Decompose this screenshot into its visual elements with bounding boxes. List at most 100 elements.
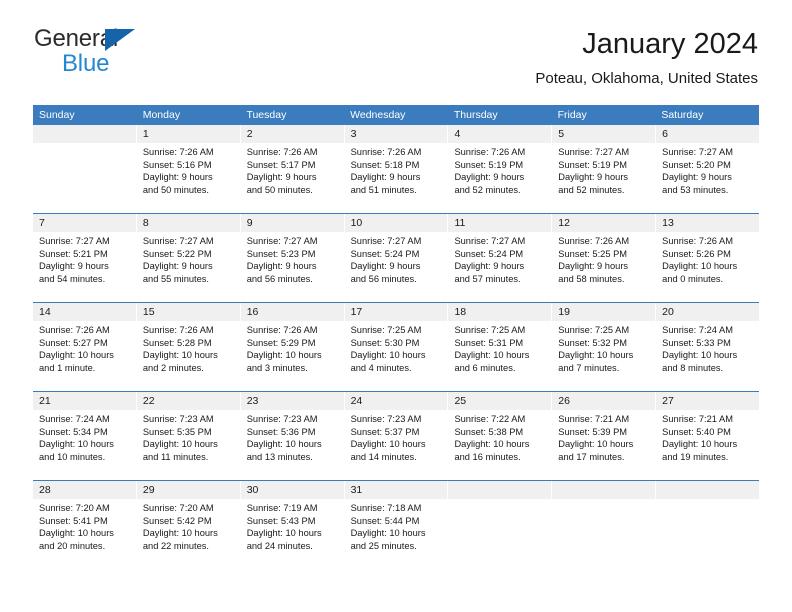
daylight-duration-line1: Daylight: 9 hours [142,172,213,183]
daylight-duration-line1: Daylight: 9 hours [350,261,421,272]
calendar-day-cell[interactable]: 29 Sunrise: 7:20 AM Sunset: 5:42 PM Dayligh… [136,481,241,569]
day-sun-info: Sunrise: 7:26 AM Sunset: 5:17 PM Daylight:… [241,143,344,196]
daylight-duration-line2: and 14 minutes. [350,451,417,462]
daylight-duration-line2: and 7 minutes. [558,362,620,373]
daylight-duration-line1: Daylight: 10 hours [350,439,426,450]
daylight-duration-line2: and 4 minutes. [350,362,412,373]
sunrise-time: Sunrise: 7:27 AM [558,147,630,157]
calendar-day-cell[interactable]: 31 Sunrise: 7:18 AM Sunset: 5:44 PM Dayligh… [344,481,449,569]
calendar-day-cell[interactable]: 27 Sunrise: 7:21 AM Sunset: 5:40 PM Dayligh… [656,392,760,480]
day-sun-info: Sunrise: 7:21 AM Sunset: 5:40 PM Daylight:… [656,410,759,463]
day-sun-info: Sunrise: 7:26 AM Sunset: 5:28 PM Daylight:… [137,321,240,374]
daylight-duration-line2: and 50 minutes. [246,184,313,195]
weekday-header-thursday: Thursday [453,109,498,121]
calendar-day-cell[interactable]: 25 Sunrise: 7:22 AM Sunset: 5:38 PM Dayligh… [448,392,553,480]
day-number [656,481,760,499]
sunrise-time: Sunrise: 7:27 AM [39,236,110,246]
calendar-day-cell[interactable]: 9 Sunrise: 7:27 AM Sunset: 5:23 PM Daylight… [240,214,345,302]
calendar-day-cell[interactable]: 15 Sunrise: 7:26 AM Sunset: 5:28 PM Dayligh… [136,303,241,391]
day-number: 10 [344,214,448,232]
daylight-duration-line1: Daylight: 9 hours [662,172,732,183]
sunrise-time: Sunrise: 7:23 AM [246,414,318,424]
sunrise-time: Sunrise: 7:24 AM [662,325,733,335]
calendar-day-cell-empty [448,481,553,569]
page-subtitle: Poteau, Oklahoma, United States [535,70,758,87]
day-sun-info: Sunrise: 7:23 AM Sunset: 5:37 PM Daylight:… [345,410,448,463]
day-number [33,125,136,143]
calendar-day-cell[interactable]: 19 Sunrise: 7:25 AM Sunset: 5:32 PM Dayligh… [552,303,657,391]
daylight-duration-line1: Daylight: 10 hours [350,350,426,361]
day-number: 16 [240,303,344,321]
calendar-day-cell[interactable]: 13 Sunrise: 7:26 AM Sunset: 5:26 PM Dayligh… [656,214,760,302]
calendar-day-cell[interactable]: 30 Sunrise: 7:19 AM Sunset: 5:43 PM Dayligh… [240,481,345,569]
calendar-day-cell[interactable]: 2 Sunrise: 7:26 AM Sunset: 5:17 PM Daylight… [240,125,345,213]
calendar-day-cell-empty [33,125,137,213]
day-sun-info: Sunrise: 7:26 AM Sunset: 5:19 PM Daylight:… [448,143,551,196]
calendar-day-cell[interactable]: 17 Sunrise: 7:25 AM Sunset: 5:30 PM Dayligh… [344,303,449,391]
daylight-duration-line2: and 51 minutes. [350,184,417,195]
sunrise-time: Sunrise: 7:26 AM [246,147,318,157]
daylight-duration-line2: and 57 minutes. [454,273,521,284]
sunset-time: Sunset: 5:22 PM [142,248,212,259]
calendar-day-cell[interactable]: 11 Sunrise: 7:27 AM Sunset: 5:24 PM Dayligh… [448,214,553,302]
day-sun-info: Sunrise: 7:27 AM Sunset: 5:24 PM Daylight:… [448,232,551,285]
daylight-duration-line2: and 56 minutes. [350,273,417,284]
calendar-day-cell[interactable]: 6 Sunrise: 7:27 AM Sunset: 5:20 PM Daylight… [656,125,760,213]
weekday-header-tuesday: Tuesday [246,109,287,121]
calendar-day-cell[interactable]: 8 Sunrise: 7:27 AM Sunset: 5:22 PM Daylight… [136,214,241,302]
sunrise-time: Sunrise: 7:27 AM [454,236,526,246]
daylight-duration-line2: and 13 minutes. [246,451,313,462]
day-number: 25 [448,392,552,410]
day-number: 28 [33,481,136,499]
sunset-time: Sunset: 5:36 PM [246,426,316,437]
calendar-day-cell[interactable]: 12 Sunrise: 7:26 AM Sunset: 5:25 PM Dayligh… [552,214,657,302]
calendar-day-cell[interactable]: 5 Sunrise: 7:27 AM Sunset: 5:19 PM Daylight… [552,125,657,213]
sunset-time: Sunset: 5:44 PM [350,515,420,526]
day-number: 2 [240,125,344,143]
calendar-day-cell[interactable]: 24 Sunrise: 7:23 AM Sunset: 5:37 PM Dayligh… [344,392,449,480]
calendar-day-cell[interactable]: 14 Sunrise: 7:26 AM Sunset: 5:27 PM Dayligh… [33,303,137,391]
page-title: January 2024 [582,28,758,60]
weekday-header-saturday: Saturday [661,109,704,121]
page-header: General Blue January 2024 Poteau, Oklaho… [34,26,758,98]
sunset-time: Sunset: 5:41 PM [39,515,108,526]
calendar-grid: Sunday Monday Tuesday Wednesday Thursday Frid… [33,105,760,569]
daylight-duration-line1: Daylight: 10 hours [350,528,426,539]
day-number: 3 [344,125,448,143]
day-number: 19 [552,303,656,321]
calendar-day-cell[interactable]: 18 Sunrise: 7:25 AM Sunset: 5:31 PM Dayligh… [448,303,553,391]
daylight-duration-line2: and 10 minutes. [39,451,106,462]
calendar-day-cell[interactable]: 22 Sunrise: 7:23 AM Sunset: 5:35 PM Dayligh… [136,392,241,480]
calendar-day-cell[interactable]: 10 Sunrise: 7:27 AM Sunset: 5:24 PM Dayligh… [344,214,449,302]
calendar-day-cell[interactable]: 1 Sunrise: 7:26 AM Sunset: 5:16 PM Daylight… [136,125,241,213]
sunset-time: Sunset: 5:43 PM [246,515,316,526]
calendar-week-row: 14 Sunrise: 7:26 AM Sunset: 5:27 PM Dayligh… [33,302,760,391]
daylight-duration-line2: and 3 minutes. [246,362,308,373]
daylight-duration-line1: Daylight: 10 hours [662,350,738,361]
sunset-time: Sunset: 5:17 PM [246,159,316,170]
calendar-day-cell[interactable]: 3 Sunrise: 7:26 AM Sunset: 5:18 PM Daylight… [344,125,449,213]
calendar-day-cell[interactable]: 16 Sunrise: 7:26 AM Sunset: 5:29 PM Dayligh… [240,303,345,391]
daylight-duration-line2: and 58 minutes. [558,273,625,284]
sunset-time: Sunset: 5:27 PM [39,337,108,348]
sunset-time: Sunset: 5:39 PM [558,426,628,437]
daylight-duration-line1: Daylight: 10 hours [142,528,218,539]
calendar-day-cell[interactable]: 28 Sunrise: 7:20 AM Sunset: 5:41 PM Dayligh… [33,481,137,569]
daylight-duration-line1: Daylight: 10 hours [558,439,634,450]
weekday-header-friday: Friday [557,109,587,121]
calendar-day-cell[interactable]: 21 Sunrise: 7:24 AM Sunset: 5:34 PM Dayligh… [33,392,137,480]
calendar-day-cell[interactable]: 7 Sunrise: 7:27 AM Sunset: 5:21 PM Daylight… [33,214,137,302]
calendar-day-cell[interactable]: 26 Sunrise: 7:21 AM Sunset: 5:39 PM Dayligh… [552,392,657,480]
calendar-day-cell[interactable]: 20 Sunrise: 7:24 AM Sunset: 5:33 PM Dayligh… [656,303,760,391]
sunset-time: Sunset: 5:21 PM [39,248,108,259]
daylight-duration-line2: and 50 minutes. [142,184,210,195]
sunset-time: Sunset: 5:31 PM [454,337,524,348]
day-sun-info: Sunrise: 7:24 AM Sunset: 5:34 PM Daylight:… [33,410,136,463]
calendar-day-cell[interactable]: 23 Sunrise: 7:23 AM Sunset: 5:36 PM Dayligh… [240,392,345,480]
sunrise-time: Sunrise: 7:25 AM [350,325,422,335]
daylight-duration-line2: and 52 minutes. [558,184,625,195]
day-number: 1 [136,125,240,143]
calendar-day-cell[interactable]: 4 Sunrise: 7:26 AM Sunset: 5:19 PM Daylight… [448,125,553,213]
daylight-duration-line1: Daylight: 9 hours [246,261,317,272]
day-number: 29 [136,481,240,499]
